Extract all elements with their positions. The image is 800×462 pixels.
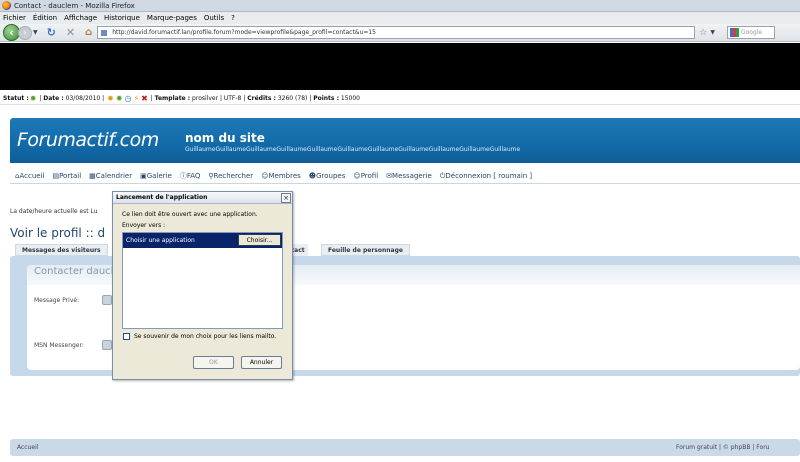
star-icon[interactable]: ✸ [107,94,114,103]
nav-accueil[interactable]: ⌂Accueil [15,172,48,180]
dialog-send-to-label: Envoyer vers : [122,222,166,229]
bookmark-star-icon[interactable]: ☆ [699,28,707,38]
application-list-item-label: Choisir une application [126,237,195,244]
window-title: Contact - dauclem - Mozilla Firefox [14,1,135,10]
history-dropdown-icon[interactable]: ▼ [33,29,38,36]
nav-membres[interactable]: ☺Membres [261,172,305,180]
home-icon[interactable]: ⌂ [85,27,92,38]
current-datetime-text: La date/heure actuelle est Lu [10,208,98,215]
menu-marque-pages[interactable]: Marque-pages [147,14,197,22]
google-icon [729,28,739,37]
points-value: 15000 [340,94,360,102]
encoding-value: UTF-8 [223,94,242,102]
nav-membres-label: Membres [268,172,301,180]
navigation-toolbar: ‹ › ▼ ↻ ✕ ⌂ http://david.forumactif.lan/… [0,24,800,42]
nav-groupes-label: Groupes [316,172,346,180]
nav-deconnexion-label: Déconnexion [ roumain ] [445,171,533,180]
profile-tabs: Messages des visiteurs [15,244,110,256]
footer-right-links[interactable]: Forum gratuit | © phpBB | Foru [676,444,769,451]
msn-label: MSN Messenger: [34,342,84,349]
nav-profil[interactable]: ☺Profil [353,172,382,180]
nav-accueil-label: Accueil [19,172,45,180]
forward-button[interactable]: › [18,25,32,40]
menu-edition[interactable]: Édition [33,14,57,22]
nav-calendrier[interactable]: ▦Calendrier [89,172,136,180]
msn-icon[interactable] [102,340,112,350]
private-message-icon[interactable] [102,295,112,305]
footer-accueil-link[interactable]: Accueil [17,444,38,451]
stop-icon[interactable]: ✕ [66,26,75,39]
clock-icon[interactable]: ◷ [125,94,132,103]
firefox-icon [2,1,11,10]
nav-messagerie[interactable]: ✉Messagerie [386,172,436,180]
tab-messages-visiteurs[interactable]: Messages des visiteurs [15,244,108,256]
ok-button[interactable]: OK [193,356,234,369]
nav-calendrier-label: Calendrier [95,172,133,180]
page-title: Voir le profil :: d [10,226,106,240]
nav-profil-label: Profil [360,172,379,180]
launch-application-dialog: Lancement de l'application × Ce lien doi… [112,191,293,380]
site-name: nom du site [185,131,265,145]
template-label: Template : [154,94,191,102]
choose-button[interactable]: Choisir... [238,234,281,246]
reload-icon[interactable]: ↻ [47,26,56,39]
search-placeholder: Google [740,29,763,36]
template-value: prosilver [192,94,219,102]
tools-icon[interactable]: ✖ [141,94,148,103]
url-bar[interactable]: http://david.forumactif.lan/profile.foru… [97,26,696,39]
remember-choice-label: Se souvenir de mon choix pour les liens … [134,333,277,340]
url-dropdown-icon[interactable]: ▼ [710,29,715,36]
toolbar-blank-area [0,43,800,90]
tab-feuille-personnage[interactable]: Feuille de personnage [321,244,410,256]
statut-label: Statut : [3,94,29,102]
nav-messagerie-label: Messagerie [392,172,432,180]
lightning-icon[interactable]: ⚡ [134,94,140,103]
nav-galerie[interactable]: ▣Galerie [140,172,176,180]
date-label: Date : [43,94,64,102]
separator: | [100,94,107,102]
nav-portail[interactable]: ▤Portail [52,172,85,180]
nav-divider [10,183,800,184]
credits-value: 3260 (78) [277,94,308,102]
site-favicon-icon [100,28,109,37]
nav-portail-label: Portail [59,172,82,180]
window-titlebar: Contact - dauclem - Mozilla Firefox [0,0,800,12]
search-box[interactable]: Google [726,26,775,39]
credits-label: Crédits : [247,94,276,102]
site-description: GuillaumeGuillaumeGuillaumeGuillaumeGuil… [185,146,521,153]
forum-footer: Accueil Forum gratuit | © phpBB | Foru [10,439,800,456]
dialog-title: Lancement de l'application [113,192,292,204]
dialog-message: Ce lien doit être ouvert avec une applic… [122,211,258,218]
forum-logo[interactable]: Forumactif.com [17,129,159,151]
menu-outils[interactable]: Outils [204,14,224,22]
nav-faq[interactable]: ⓘFAQ [180,171,205,181]
application-list[interactable]: Choisir une application Choisir... [122,232,283,329]
nav-deconnexion[interactable]: ⏻Déconnexion [ roumain ] [440,172,536,181]
flower-icon[interactable]: ✹ [116,94,123,103]
remember-choice-checkbox[interactable] [123,333,130,340]
nav-rechercher[interactable]: ⚲Rechercher [208,172,257,180]
menu-affichage[interactable]: Affichage [64,14,97,22]
nav-galerie-label: Galerie [146,172,172,180]
status-online-icon[interactable]: ✹ [30,94,37,103]
menu-bar: Fichier Édition Affichage Historique Mar… [0,12,800,24]
date-value: 03/08/2010 [65,94,101,102]
nav-faq-label: FAQ [186,172,201,180]
forum-statusbar: Statut : ✹ | Date : 03/08/2010 | ✸ ✹ ◷ ⚡… [0,92,800,105]
contact-title: Contacter daucl [34,266,114,277]
dialog-close-button[interactable]: × [281,193,291,203]
points-label: Points : [313,94,339,102]
menu-aide[interactable]: ? [231,14,235,22]
menu-historique[interactable]: Historique [104,14,140,22]
cancel-button[interactable]: Annuler [241,356,282,369]
private-message-label: Message Privé: [34,297,80,304]
forum-main-nav: ⌂Accueil ▤Portail ▦Calendrier ▣Galerie ⓘ… [15,171,540,181]
url-text: http://david.forumactif.lan/profile.foru… [112,29,376,36]
nav-groupes[interactable]: ☻Groupes [309,172,350,180]
nav-rechercher-label: Rechercher [213,172,254,180]
menu-fichier[interactable]: Fichier [3,14,26,22]
